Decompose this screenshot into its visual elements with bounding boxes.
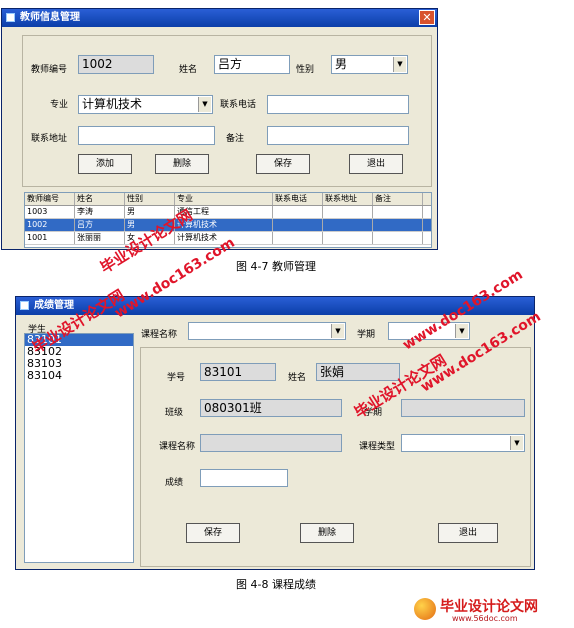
grid-cell: 1003 [25,206,75,218]
teacher-id-label: 教师编号 [31,65,68,75]
course-name-label: 课程名称 [159,442,196,452]
grid-cell [273,206,323,218]
grid-cell: 李涛 [75,206,125,218]
grid-header-cell[interactable]: 性别 [125,193,175,205]
major-value: 计算机技术 [82,97,143,111]
close-icon[interactable]: ✕ [419,10,435,25]
grid-cell [273,219,323,231]
phone-field[interactable] [267,95,409,114]
grid-header-cell[interactable]: 备注 [373,193,423,205]
major-select[interactable]: 计算机技术 ▼ [78,95,213,114]
grid-header: 教师编号 姓名 性别 专业 联系电话 联系地址 备注 [25,193,431,206]
major-label: 专业 [50,100,69,110]
course-name-top-select[interactable]: ▼ [188,322,346,340]
course-name-field[interactable] [200,434,342,452]
grid-cell: 张丽丽 [75,232,125,244]
remark-field[interactable] [267,126,409,145]
table-row[interactable]: 1003 李涛 男 通信工程 [25,206,431,219]
class-field[interactable]: 080301班 [200,399,342,417]
teacher-window: 教师信息管理 ✕ 教师编号 1002 姓名 吕方 性别 男 ▼ 专业 计算机技术… [1,8,438,250]
figure-caption-4-8: 图 4-8 课程成绩 [236,578,316,591]
chevron-down-icon[interactable]: ▼ [455,324,468,338]
chevron-down-icon[interactable]: ▼ [393,57,406,72]
footer-logo-name: 毕业设计论文网 [440,599,538,615]
exit-button[interactable]: 退出 [349,154,403,174]
app-icon [20,301,29,310]
grid-cell [323,206,373,218]
footer-logo-url: www.56doc.com [452,614,518,623]
save-button[interactable]: 保存 [186,523,240,543]
grade-window: 成绩管理 学生 83101 83102 83103 83104 课程名称 ▼ 学… [15,296,535,570]
chevron-down-icon[interactable]: ▼ [510,436,523,450]
grid-cell [373,206,423,218]
list-item[interactable]: 83104 [25,370,133,382]
course-name-top-label: 课程名称 [141,330,178,340]
grid-cell: 1001 [25,232,75,244]
semester-label: 学期 [357,330,376,340]
student-name-field[interactable]: 张娟 [316,363,400,381]
grid-cell [323,232,373,244]
grid-header-cell[interactable]: 姓名 [75,193,125,205]
student-id-label: 学号 [167,373,186,383]
grade-window-title: 成绩管理 [34,300,74,311]
phone-label: 联系电话 [220,100,257,110]
grid-cell [323,219,373,231]
student-name-label: 姓名 [288,373,307,383]
name-label: 姓名 [179,65,198,75]
course-type-label: 课程类型 [359,442,396,452]
grid-cell [273,232,323,244]
remark-label: 备注 [226,134,245,144]
course-type-select[interactable]: ▼ [401,434,525,452]
grid-header-cell[interactable]: 联系电话 [273,193,323,205]
add-button[interactable]: 添加 [78,154,132,174]
exit-button[interactable]: 退出 [438,523,498,543]
figure-caption-4-7: 图 4-7 教师管理 [236,260,316,273]
chevron-down-icon[interactable]: ▼ [198,97,211,112]
grid-cell: 1002 [25,219,75,231]
class-label: 班级 [165,408,184,418]
table-row-selected[interactable]: 1002 吕方 男 计算机技术 [25,219,431,232]
app-icon [6,13,15,22]
grid-header-cell[interactable]: 联系地址 [323,193,373,205]
student-id-field[interactable]: 83101 [200,363,276,381]
teacher-window-titlebar[interactable]: 教师信息管理 ✕ [2,9,437,27]
semester2-field[interactable] [401,399,525,417]
save-button[interactable]: 保存 [256,154,310,174]
grid-header-cell[interactable]: 教师编号 [25,193,75,205]
address-label: 联系地址 [31,134,68,144]
footer-logo: 毕业设计论文网 www.56doc.com [412,596,572,626]
gender-label: 性别 [296,65,315,75]
grid-cell [373,219,423,231]
logo-icon [414,598,436,620]
teacher-window-title: 教师信息管理 [20,12,80,23]
score-field[interactable] [200,469,288,487]
delete-button[interactable]: 删除 [300,523,354,543]
student-list[interactable]: 83101 83102 83103 83104 [24,333,134,563]
grid-header-cell[interactable]: 专业 [175,193,273,205]
gender-select[interactable]: 男 ▼ [331,55,408,74]
address-field[interactable] [78,126,215,145]
chevron-down-icon[interactable]: ▼ [331,324,344,338]
score-label: 成绩 [165,478,184,488]
teacher-id-field[interactable]: 1002 [78,55,154,74]
gender-value: 男 [335,57,348,71]
name-field[interactable]: 吕方 [214,55,290,74]
grid-cell [373,232,423,244]
grid-cell: 吕方 [75,219,125,231]
delete-button[interactable]: 删除 [155,154,209,174]
